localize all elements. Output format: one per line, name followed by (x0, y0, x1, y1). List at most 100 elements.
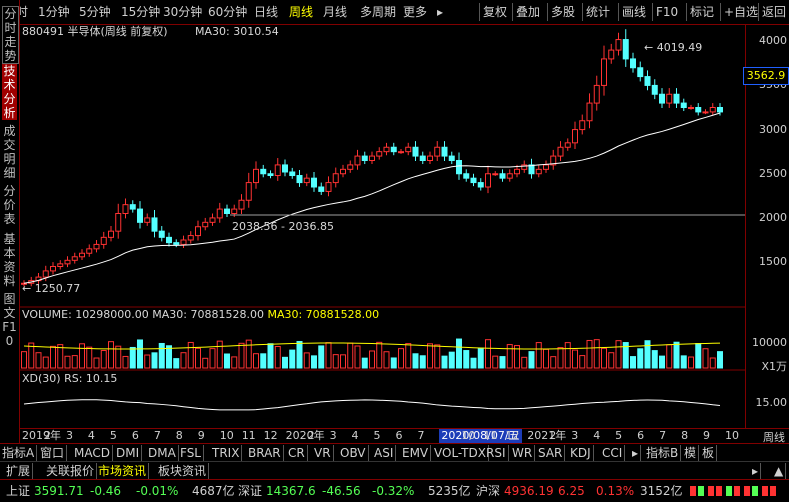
info-tab-1[interactable]: 关联报价 (44, 463, 98, 479)
info-tab-2[interactable]: 市场资讯 (96, 463, 150, 479)
action-button-6[interactable]: 标记 (690, 3, 714, 21)
volume-bar (666, 344, 673, 369)
period-tab-1[interactable]: 1分钟 (38, 3, 70, 21)
period-tab-4[interactable]: 30分钟 (163, 3, 202, 21)
volume-unit: X1万 (761, 360, 787, 373)
sh-label[interactable]: 上证 (6, 483, 30, 499)
action-button-0[interactable]: 复权 (483, 3, 507, 21)
action-button-3[interactable]: 统计 (586, 3, 610, 21)
indicator-tab-0[interactable]: 指标A (0, 445, 38, 461)
action-button-7[interactable]: +自选 (724, 3, 758, 21)
candle-body (651, 84, 658, 95)
volume-bar (71, 355, 78, 369)
info-tab-0[interactable]: 扩展 (4, 463, 34, 479)
period-tab-3[interactable]: 15分钟 (121, 3, 160, 21)
date-label: 11 (483, 429, 498, 442)
candle-body (383, 146, 390, 153)
volume-bar (427, 343, 433, 369)
indicator-tab-12[interactable]: EMV (400, 445, 432, 461)
indicator-tab-2[interactable]: MACD (72, 445, 113, 461)
indicator-tab-18[interactable]: CCI (600, 445, 626, 461)
candle-body (100, 236, 107, 245)
volume-bar (557, 347, 564, 369)
candle-body (448, 155, 455, 161)
market-status-bar: 上证 3591.71 -0.46 -0.01% 4687亿 深证 14367.6… (0, 479, 789, 502)
candle-body (144, 217, 151, 223)
period-tab-5[interactable]: 60分钟 (208, 3, 247, 21)
more-caret-icon[interactable]: ▸ (437, 3, 443, 21)
indicator-tab-3[interactable]: DMI (114, 445, 143, 461)
info-tab-3[interactable]: 板块资讯 (156, 463, 210, 479)
indicator-tab-5[interactable]: FSL (178, 445, 204, 461)
hs-label[interactable]: 沪深 (476, 483, 500, 499)
date-label: 3 (65, 429, 73, 442)
indicator-tab-22[interactable]: 板 (700, 445, 718, 461)
volume-bar (659, 355, 665, 369)
indicator-tab-15[interactable]: WR (510, 445, 536, 461)
left-tab-4[interactable]: 基本资料 (2, 232, 17, 288)
candle-body (709, 107, 716, 113)
candle-body (376, 151, 383, 157)
candle-body (86, 248, 93, 254)
period-tab-7[interactable]: 周线 (289, 3, 313, 21)
action-button-5[interactable]: F10 (656, 3, 678, 21)
left-tab-2[interactable]: 成交明细 (2, 124, 17, 180)
indicator-tab-21[interactable]: 模 (682, 445, 700, 461)
candle-body (71, 256, 78, 261)
action-button-2[interactable]: 多股 (551, 3, 575, 21)
candle-body (601, 58, 607, 86)
candle-body (579, 120, 586, 131)
indicator-tab-19[interactable]: ▸ (630, 445, 642, 461)
indicator-tab-14[interactable]: RSI (484, 445, 509, 461)
indicator-tab-10[interactable]: OBV (338, 445, 369, 461)
sz-label[interactable]: 深证 (238, 483, 262, 499)
candle-body (42, 270, 49, 278)
expand-arrow-icon[interactable]: ▸ (750, 463, 762, 479)
period-tab-9[interactable]: 多周期 (360, 3, 396, 21)
indicator-tab-20[interactable]: 指标B (644, 445, 682, 461)
date-label: 9 (703, 429, 711, 442)
volume-bar (144, 354, 151, 369)
candle-body (688, 107, 694, 109)
date-label: 7 (659, 429, 667, 442)
left-tab-5[interactable]: 图文F10 (2, 292, 17, 348)
volume-bar (50, 345, 56, 369)
collapse-arrow-icon[interactable]: ▲ (772, 463, 787, 479)
indicator-tab-11[interactable]: ASI (372, 445, 397, 461)
candlestick-chart[interactable]: 880491 半导体(周线 前复权) MA30: 3010.54 ← 4019.… (20, 24, 745, 428)
volume-bar (448, 351, 455, 369)
left-tab-1[interactable]: 技术分析 (2, 64, 17, 120)
candle-body (622, 39, 629, 60)
volume-bar (528, 351, 535, 369)
period-tab-6[interactable]: 日线 (254, 3, 278, 21)
action-button-8[interactable]: 返回 (762, 3, 786, 21)
indicator-tab-7[interactable]: BRAR (246, 445, 284, 461)
indicator-tab-9[interactable]: VR (312, 445, 334, 461)
period-tab-2[interactable]: 5分钟 (79, 3, 111, 21)
candle-body (390, 146, 397, 153)
candle-body (260, 168, 267, 175)
volume-bar (586, 339, 593, 369)
action-button-1[interactable]: 叠加 (516, 3, 540, 21)
left-tab-3[interactable]: 分价表 (2, 184, 17, 228)
indicator-tab-8[interactable]: CR (286, 445, 308, 461)
candle-body (535, 168, 542, 175)
indicator-tab-13[interactable]: VOL-TDX (432, 445, 489, 461)
indicator-tab-17[interactable]: KDJ (568, 445, 594, 461)
period-tab-10[interactable]: 更多 (403, 3, 427, 21)
action-button-4[interactable]: 画线 (622, 3, 646, 21)
candle-body (325, 182, 332, 192)
date-label: 4 (593, 429, 601, 442)
volume-bar (376, 341, 383, 369)
candle-body (296, 175, 303, 184)
toolbar-divider (618, 3, 619, 21)
indicator-tab-6[interactable]: TRIX (210, 445, 243, 461)
low-label: ← 1250.77 (22, 282, 80, 295)
volume-bar (108, 341, 114, 369)
left-tab-0[interactable]: 分时走势 (2, 6, 19, 64)
indicator-tab-1[interactable]: 窗口 (38, 445, 68, 461)
date-label: 5 (373, 429, 381, 442)
indicator-tab-16[interactable]: SAR (536, 445, 566, 461)
period-tab-8[interactable]: 月线 (323, 3, 347, 21)
indicator-tab-4[interactable]: DMA (146, 445, 179, 461)
